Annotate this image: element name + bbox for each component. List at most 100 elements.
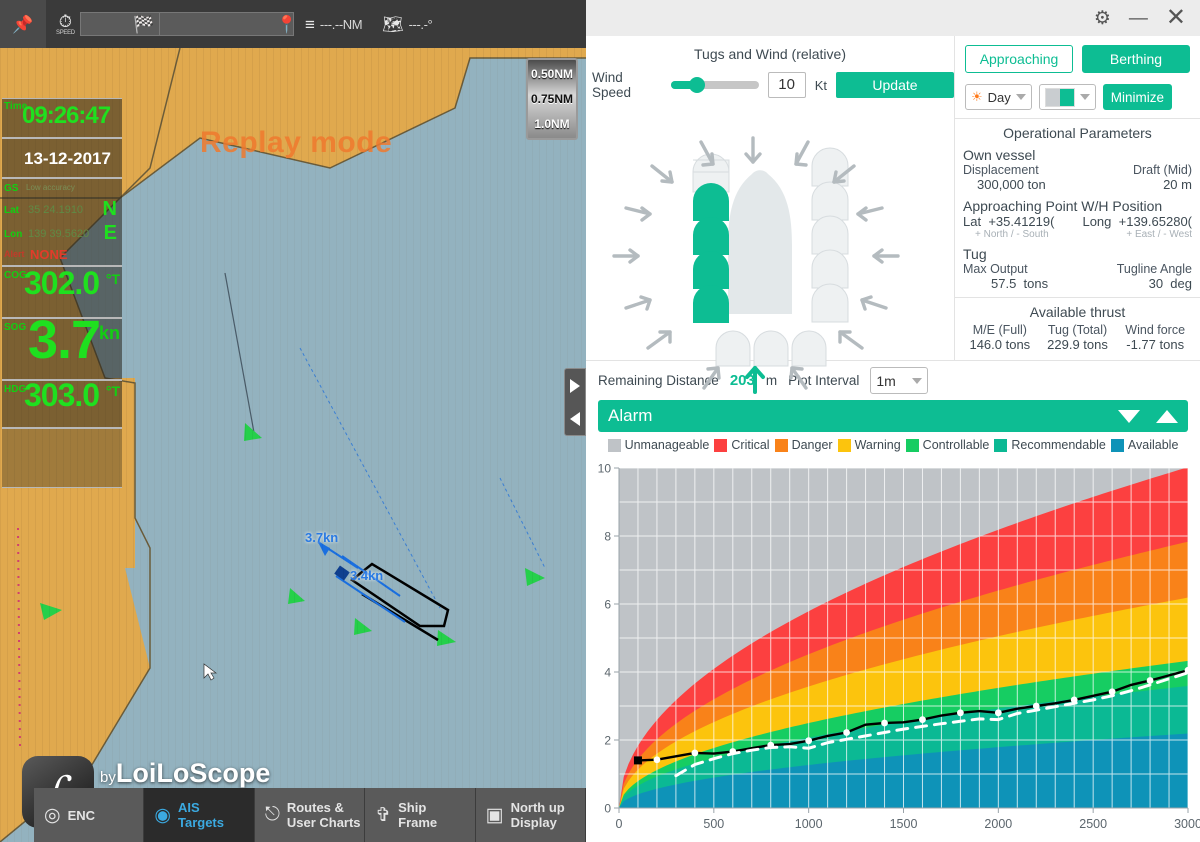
chart-scale-selector[interactable]: 0.50NM 0.75NM 1.0NM <box>526 58 578 140</box>
y-tick-label: 4 <box>604 666 611 680</box>
legend-item-recommendable[interactable]: Recommendable <box>994 438 1106 452</box>
legend-label: Unmanageable <box>624 438 710 452</box>
berthing-support-panel: ⚙ — ✕ Tugs and Wind (relative) Wind Spee… <box>586 0 1200 842</box>
legend-label: Available <box>1127 438 1179 452</box>
legend-item-danger[interactable]: Danger <box>774 438 833 452</box>
replay-mode-banner: Replay mode <box>200 126 393 159</box>
series-0-marker <box>919 716 926 723</box>
series-0-marker <box>994 709 1002 717</box>
series-0-marker <box>805 737 813 745</box>
colour-scheme-select[interactable] <box>1038 84 1096 110</box>
daynight-selected-label: Day <box>987 89 1011 105</box>
legend-swatch-icon <box>714 438 728 452</box>
lon-value: 139 39.5620 <box>28 228 90 240</box>
cog-value: 302.0 <box>24 265 100 301</box>
wind-speed-slider-knob[interactable] <box>688 77 705 93</box>
pushpin-icon: 📌 <box>12 14 34 34</box>
displacement-unit: ton <box>1027 177 1046 192</box>
tugline-angle-label: Tugline Angle <box>1116 262 1192 276</box>
scale-option-075[interactable]: 0.75NM <box>531 92 573 106</box>
legend-swatch-icon <box>905 438 919 452</box>
chart-map-canvas[interactable]: Replay mode 3.7kn 3.4kn 0.50NM 0.75NM 1.… <box>0 48 586 842</box>
legend-item-available[interactable]: Available <box>1110 438 1179 452</box>
displacement-value[interactable]: 300,000 <box>977 177 1024 192</box>
alarm-label: Alarm <box>608 406 653 425</box>
route-icon: ⎋ <box>264 804 280 825</box>
chart-svg: 0 2 4 6 8 10 0 500 1000 1500 2000 2500 3000 <box>598 462 1200 832</box>
thrust-wind-label: Wind force <box>1125 323 1186 337</box>
x-tick-label: 500 <box>703 817 724 831</box>
displacement-label: Displacement <box>963 163 1039 177</box>
arrow-left-icon <box>570 411 580 426</box>
update-button[interactable]: Update <box>835 72 954 98</box>
hdg-label: HDG <box>4 384 27 395</box>
max-output-value[interactable]: 57.5 <box>991 276 1016 291</box>
close-icon[interactable]: ✕ <box>1166 6 1186 30</box>
minimize-icon[interactable]: — <box>1129 9 1148 28</box>
taskbar-item-ship-frame[interactable]: ✞ Ship Frame <box>365 788 476 842</box>
tugline-angle-value[interactable]: 30 <box>1149 276 1163 291</box>
legend-label: Recommendable <box>1011 438 1106 452</box>
ecdis-toolbar: 📌 ⏱ SPEED 🏁 📍 ≡ ---.--NM 🗺 ---.-° <box>0 0 586 48</box>
taskbar-item-north-up-display[interactable]: ▣ North up Display <box>475 788 586 842</box>
draft-value[interactable]: 20 <box>1163 177 1177 192</box>
legend-item-warning[interactable]: Warning <box>837 438 901 452</box>
tab-berthing[interactable]: Berthing <box>1082 45 1190 73</box>
chart-icon: ◎ <box>44 804 61 826</box>
legend-item-controllable[interactable]: Controllable <box>905 438 990 452</box>
chevron-down-icon[interactable] <box>1118 409 1140 423</box>
wind-speed-input[interactable]: 10 <box>767 72 806 98</box>
long-hint: + East / - West <box>1126 229 1192 240</box>
legend-label: Controllable <box>922 438 990 452</box>
thrust-wind-value: -1.77 tons <box>1126 337 1185 352</box>
gps-status-value: Low accuracy <box>26 183 75 192</box>
speed-distance-chart[interactable]: 0 2 4 6 8 10 0 500 1000 1500 2000 2500 3000 <box>586 460 1200 842</box>
chevron-up-icon[interactable] <box>1156 409 1178 423</box>
alarm-bar[interactable]: Alarm <box>598 400 1188 432</box>
series-0-marker <box>1108 688 1116 696</box>
hdg-unit: °T <box>105 383 120 399</box>
own-vessel-shape <box>728 170 792 314</box>
wind-speed-slider[interactable] <box>670 77 759 93</box>
bearing-readout: 🗺 ---.-° <box>382 0 433 48</box>
minimize-button[interactable]: Minimize <box>1102 84 1173 110</box>
taskbar-item-routes-user-charts[interactable]: ⎋ Routes & User Charts <box>254 788 366 842</box>
y-tick-label: 10 <box>598 462 612 476</box>
speedometer-icon: ⏱ SPEED <box>56 11 75 36</box>
lon-hemisphere: E <box>103 222 117 244</box>
series-0-marker <box>843 729 850 736</box>
scale-option-100[interactable]: 1.0NM <box>534 117 569 131</box>
destination-field-group[interactable]: 🏁 <box>133 0 295 48</box>
operational-parameters: Operational Parameters Own vessel Displa… <box>955 119 1200 297</box>
tugline-angle-unit: deg <box>1170 276 1192 291</box>
scale-option-050[interactable]: 0.50NM <box>531 67 573 81</box>
y-tick-label: 2 <box>604 734 611 748</box>
panel-expand-handle[interactable] <box>564 368 586 436</box>
own-vessel-group-label: Own vessel <box>963 147 1036 163</box>
mode-toggle-row: Approaching Berthing <box>955 36 1200 80</box>
pushpin-button[interactable]: 📌 <box>0 0 46 48</box>
tug-arrangement-diagram[interactable] <box>586 136 955 396</box>
ecdis-application: 📌 ⏱ SPEED 🏁 📍 ≡ ---.--NM 🗺 ---.-° Replay… <box>0 0 586 842</box>
daynight-select[interactable]: ☀ Day <box>965 84 1032 110</box>
taskbar-item-ais-targets[interactable]: ◉ AIS Targets <box>144 788 255 842</box>
destination-value-box[interactable] <box>159 12 295 36</box>
legend-label: Danger <box>791 438 833 452</box>
gear-icon[interactable]: ⚙ <box>1094 9 1111 28</box>
data-strip-hdg: HDG 303.0 °T <box>2 377 122 428</box>
data-strip-spare <box>2 428 122 488</box>
legend-item-unmanageable[interactable]: Unmanageable <box>607 438 710 452</box>
taskbar-item-enc[interactable]: ◎ ENC <box>34 788 145 842</box>
series-0-marker <box>957 709 964 717</box>
legend-item-critical[interactable]: Critical <box>714 438 770 452</box>
lat-value[interactable]: +35.41219( <box>988 214 1054 229</box>
waypoint-marker-button[interactable]: 📍 <box>276 0 297 48</box>
data-strip-position: GS Low accuracy Lat 35 24.1910 N Lon 139… <box>2 178 122 266</box>
thrust-tug-label: Tug (Total) <box>1047 323 1108 337</box>
series-0-start-marker <box>633 756 642 765</box>
long-value[interactable]: +139.65280( <box>1119 214 1192 229</box>
tug-group-label: Tug <box>963 246 987 262</box>
taskbar-routes-label-1: Routes & <box>286 800 344 815</box>
tab-approaching[interactable]: Approaching <box>965 45 1073 73</box>
target-speed-label-2: 3.4kn <box>350 568 384 583</box>
